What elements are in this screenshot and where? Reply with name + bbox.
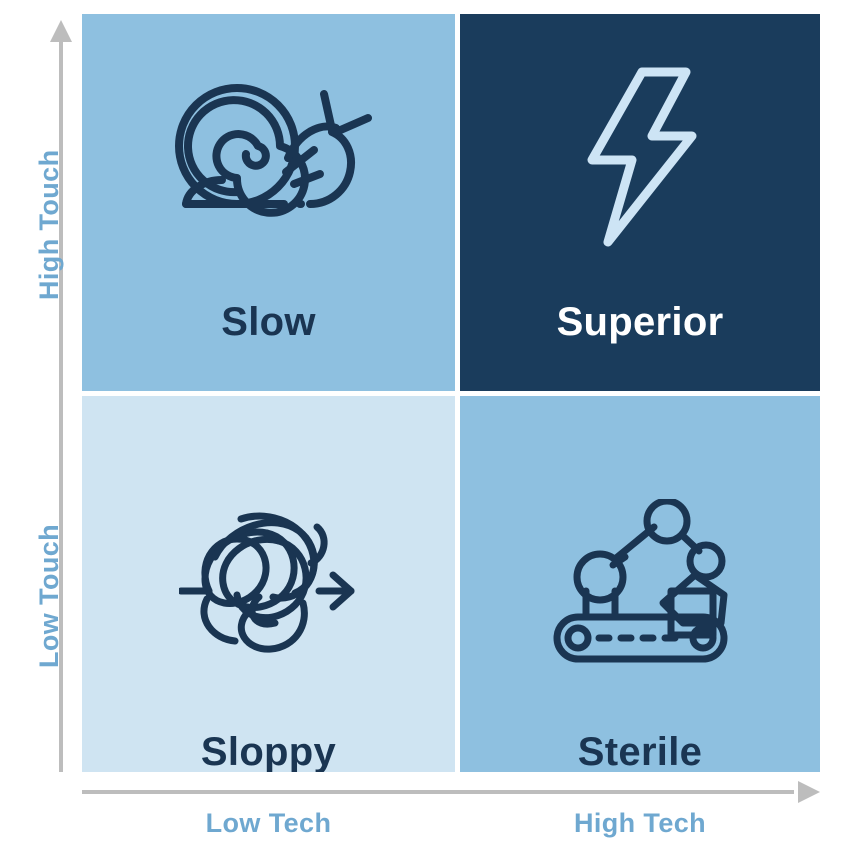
- x-axis-label-high-tech: High Tech: [573, 808, 707, 838]
- quadrant-sloppy[interactable]: Sloppy: [82, 396, 455, 772]
- quadrant-sloppy-icon-wrap: [82, 396, 455, 704]
- robot-arm-conveyor-icon: [553, 498, 727, 662]
- quadrant-slow-title: Slow: [221, 300, 316, 344]
- y-axis-label-high-touch: High Touch: [34, 149, 64, 300]
- quadrant-superior-title: Superior: [556, 300, 724, 344]
- quadrant-superior[interactable]: Superior: [460, 14, 820, 391]
- quadrant-slow[interactable]: Slow: [82, 14, 455, 391]
- quadrant-sterile-icon-wrap: [460, 396, 820, 704]
- quadrant-sloppy-title: Sloppy: [200, 730, 337, 772]
- quadrant-slow-icon-wrap: [82, 14, 455, 276]
- quadrant-sterile-title: Sterile: [577, 730, 703, 772]
- x-axis-line: [82, 790, 794, 794]
- quadrant-sterile[interactable]: Sterile: [460, 396, 820, 772]
- y-axis-label-low-touch: Low Touch: [34, 523, 64, 668]
- matrix-diagram: High Touch Low Touch Low Tech High Tech: [0, 0, 844, 852]
- quadrant-superior-icon-wrap: [460, 14, 820, 276]
- arrow-right-icon: [798, 781, 820, 803]
- x-axis: [82, 779, 820, 805]
- quadrant-grid: Slow Superior Sloppy Sterile: [82, 14, 820, 772]
- snail-icon: [174, 84, 372, 217]
- tangled-scribble-arrow-icon: [178, 512, 354, 653]
- lightning-bolt-icon: [587, 67, 697, 246]
- x-axis-label-low-tech: Low Tech: [205, 808, 332, 838]
